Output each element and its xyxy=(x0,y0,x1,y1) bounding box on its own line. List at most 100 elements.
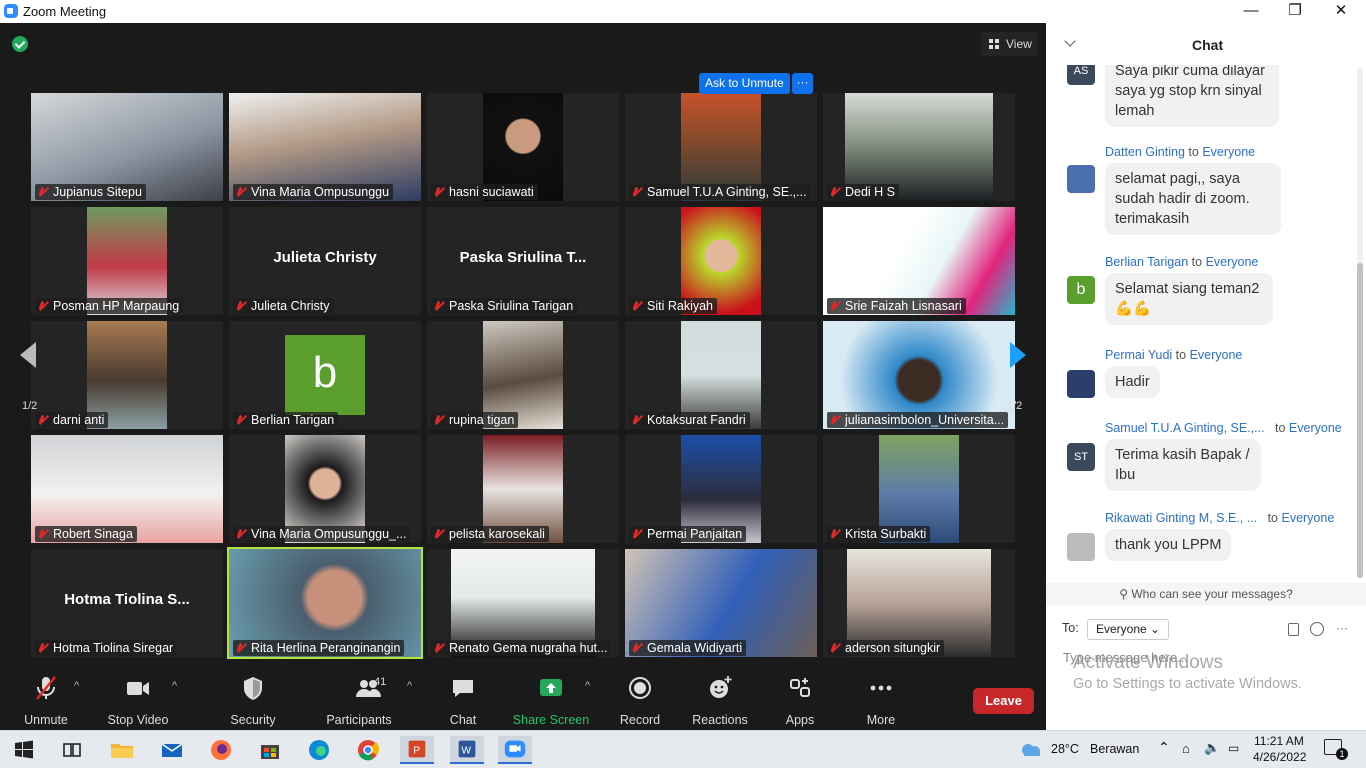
participant-tile[interactable]: Permai Panjaitan xyxy=(625,435,817,543)
speaker-icon[interactable]: 🔈 xyxy=(1204,740,1220,756)
word-icon[interactable]: W xyxy=(450,736,484,764)
participant-display-name: Hotma Tiolina S... xyxy=(64,591,190,608)
edge-icon[interactable] xyxy=(305,736,333,764)
who-can-see-link[interactable]: ⚲ Who can see your messages? xyxy=(1046,583,1366,605)
sender-name[interactable]: Datten Ginting xyxy=(1105,145,1185,159)
meeting-toolbar: Unmute ^ Stop Video ^ Security 41 Partic… xyxy=(0,668,1046,730)
powerpoint-icon[interactable]: P xyxy=(400,736,434,764)
next-page-button[interactable]: 1/2 xyxy=(990,322,1042,418)
grid-icon xyxy=(989,39,999,49)
reactions-button[interactable]: Reactions xyxy=(690,674,750,728)
chat-scrollbar[interactable] xyxy=(1357,68,1363,578)
weather-temp[interactable]: 28°C xyxy=(1051,742,1079,756)
recipient-dropdown[interactable]: Everyone ⌄ xyxy=(1087,619,1170,640)
participant-tile[interactable]: Samuel T.U.A Ginting, SE.,... xyxy=(625,93,817,201)
participant-tile[interactable]: Posman HP Marpaung xyxy=(31,207,223,315)
sender-name[interactable]: Permai Yudi xyxy=(1105,348,1172,362)
more-button[interactable]: More xyxy=(860,674,902,728)
avatar xyxy=(1067,370,1095,398)
sender-name[interactable]: Rikawati Ginting M, S.E., ... xyxy=(1105,511,1257,525)
windows-start-icon[interactable] xyxy=(10,736,38,764)
scrollbar-thumb[interactable] xyxy=(1357,263,1363,578)
participant-tile[interactable]: Siti Rakiyah xyxy=(625,207,817,315)
chat-message-list[interactable]: AS Saya pikir cuma dilayar saya yg stop … xyxy=(1046,65,1366,583)
share-options-caret[interactable]: ^ xyxy=(585,680,590,692)
close-window-button[interactable]: ✕ xyxy=(1326,1,1356,21)
participant-tile[interactable]: Renato Gema nugraha hut... xyxy=(427,549,619,657)
page-indicator-right: 1/2 xyxy=(1007,400,1023,412)
clock-time[interactable]: 11:21 AM xyxy=(1254,734,1304,748)
avatar: b xyxy=(1067,276,1095,304)
stop-video-button[interactable]: Stop Video xyxy=(106,674,170,728)
page-indicator-left: 1/2 xyxy=(22,400,38,412)
participants-button[interactable]: 41 Participants xyxy=(324,674,394,728)
chrome-icon[interactable] xyxy=(354,736,382,764)
participant-tile[interactable]: Gemala Widiyarti xyxy=(625,549,817,657)
cloud-weather-icon[interactable] xyxy=(1018,739,1044,759)
arrow-left-icon xyxy=(20,342,36,368)
message-header: Datten Ginting to Everyone xyxy=(1105,145,1255,159)
message-text: Selamat siang teman2 💪💪 xyxy=(1105,273,1273,325)
sender-name[interactable]: Berlian Tarigan xyxy=(1105,255,1188,269)
sender-name[interactable]: Samuel T.U.A Ginting, SE.,... xyxy=(1105,421,1265,435)
window-titlebar: Zoom Meeting — ❐ ✕ xyxy=(0,0,1366,23)
audio-options-caret[interactable]: ^ xyxy=(74,680,79,692)
unmute-button[interactable]: Unmute xyxy=(20,674,72,728)
participant-tile[interactable]: Rita Herlina Peranginangin xyxy=(227,547,423,659)
share-screen-button[interactable]: Share Screen xyxy=(512,674,590,728)
participant-tile[interactable]: Jupianus Sitepu xyxy=(31,93,223,201)
video-options-caret[interactable]: ^ xyxy=(172,680,177,692)
participant-tile[interactable]: julianasimbolon_Universita... xyxy=(823,321,1015,429)
encryption-shield-icon[interactable] xyxy=(12,36,28,52)
file-explorer-icon[interactable] xyxy=(108,736,136,764)
apps-button[interactable]: Apps xyxy=(780,674,820,728)
weather-text[interactable]: Berawan xyxy=(1090,742,1139,756)
ask-to-unmute-button[interactable]: Ask to Unmute xyxy=(699,73,790,94)
participant-tile[interactable]: Robert Sinaga xyxy=(31,435,223,543)
view-button[interactable]: View xyxy=(981,32,1037,56)
participant-tile[interactable]: pelista karosekali xyxy=(427,435,619,543)
maximize-button[interactable]: ❐ xyxy=(1280,1,1310,21)
security-label: Security xyxy=(230,713,276,727)
file-icon[interactable] xyxy=(1288,623,1299,636)
participant-name-label: julianasimbolon_Universita... xyxy=(827,412,1009,428)
tile-more-options-button[interactable]: ··· xyxy=(792,73,813,94)
participant-tile[interactable]: Kotaksurat Fandri xyxy=(625,321,817,429)
participant-tile[interactable]: rupina tigan xyxy=(427,321,619,429)
participant-tile[interactable]: Hotma Tiolina S... Hotma Tiolina Siregar xyxy=(31,549,223,657)
participant-tile[interactable]: Vina Maria Ompusunggu_... xyxy=(229,435,421,543)
clock-date[interactable]: 4/26/2022 xyxy=(1253,750,1306,764)
participant-tile[interactable]: Dedi H S xyxy=(823,93,1015,201)
mail-icon[interactable] xyxy=(158,736,186,764)
participants-options-caret[interactable]: ^ xyxy=(407,680,412,692)
participant-tile[interactable]: Paska Sriulina T... Paska Sriulina Tariga… xyxy=(427,207,619,315)
windows-taskbar: P W 28°C Berawan ⌃ ⌂ 🔈 ▭ 11:21 AM 4/26/2… xyxy=(0,730,1366,768)
participant-tile[interactable]: Vina Maria Ompusunggu xyxy=(229,93,421,201)
tray-chevron-up-icon[interactable]: ⌃ xyxy=(1158,739,1170,756)
participant-tile[interactable]: b Berlian Tarigan xyxy=(229,321,421,429)
security-button[interactable]: Security xyxy=(226,674,280,728)
share-screen-icon xyxy=(540,679,562,696)
minimize-button[interactable]: — xyxy=(1236,1,1266,21)
participant-display-name: Paska Sriulina T... xyxy=(459,249,587,266)
battery-icon[interactable]: ▭ xyxy=(1228,741,1239,755)
record-button[interactable]: Record xyxy=(616,674,664,728)
more-options-icon[interactable]: ··· xyxy=(1336,621,1348,635)
store-icon[interactable] xyxy=(256,736,284,764)
leave-button[interactable]: Leave xyxy=(973,688,1034,714)
previous-page-button[interactable]: 1/2 xyxy=(12,322,60,418)
participant-tile[interactable]: aderson situngkir xyxy=(823,549,1015,657)
firefox-icon[interactable] xyxy=(207,736,235,764)
participant-tile[interactable]: Julieta Christy Julieta Christy xyxy=(229,207,421,315)
chat-button[interactable]: Chat xyxy=(440,674,486,728)
participant-tile[interactable]: hasni suciawati xyxy=(427,93,619,201)
emoji-icon[interactable] xyxy=(1310,622,1324,636)
who-can-see-label: Who can see your messages? xyxy=(1131,587,1293,601)
participant-tile[interactable]: Srie Faizah Lisnasari xyxy=(823,207,1015,315)
activate-windows-subtitle: Go to Settings to activate Windows. xyxy=(1073,676,1302,692)
collapse-chevron-icon[interactable] xyxy=(1064,35,1076,47)
participant-tile[interactable]: Krista Surbakti xyxy=(823,435,1015,543)
network-icon[interactable]: ⌂ xyxy=(1182,741,1190,756)
zoom-taskbar-icon[interactable] xyxy=(498,736,532,764)
task-view-icon[interactable] xyxy=(58,736,86,764)
